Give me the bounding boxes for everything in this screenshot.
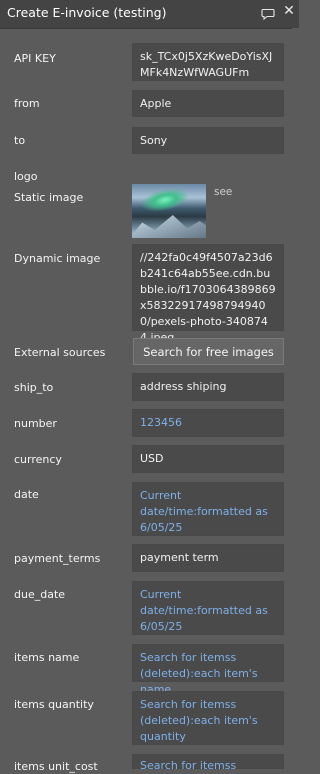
payment-terms-label: payment_terms (14, 552, 101, 565)
due-date-input[interactable]: Current date/time:formatted as 6/05/25 (132, 581, 284, 635)
to-label: to (14, 134, 26, 147)
items-unit-cost-input[interactable]: Search for itemss (132, 754, 284, 772)
see-link[interactable]: see (214, 186, 232, 198)
search-free-images-button[interactable]: Search for free images (133, 338, 284, 365)
items-quantity-input[interactable]: Search for itemss (deleted):each item's … (132, 691, 284, 745)
scrollbar[interactable] (292, 28, 299, 769)
from-input[interactable]: Apple (132, 90, 284, 117)
currency-input[interactable]: USD (132, 445, 284, 473)
payment-terms-input[interactable]: payment term (132, 544, 284, 572)
due-date-label: due_date (14, 588, 66, 601)
api-key-input[interactable]: sk_TCx0j5XzKweDoYisXJMFk4NzWfWAGUFm (132, 43, 284, 81)
number-input[interactable]: 123456 (132, 409, 284, 437)
panel-header[interactable]: Create E-invoice (testing) ✕ (0, 0, 299, 29)
date-input[interactable]: Current date/time:formatted as 6/05/25 (132, 482, 284, 536)
dynamic-image-input[interactable]: //242fa0c49f4507a23d6b241c64ab55ee.cdn.b… (132, 244, 284, 344)
image-aurora (140, 185, 190, 215)
comment-icon[interactable] (261, 8, 275, 20)
static-image-label: Static image (14, 191, 84, 204)
items-name-label: items name (14, 651, 80, 664)
ship-to-input[interactable]: address shiping (132, 373, 284, 401)
static-image-preview[interactable] (132, 184, 206, 238)
api-key-label: API KEY (14, 52, 56, 65)
image-mountain (132, 215, 206, 238)
close-icon[interactable]: ✕ (282, 4, 296, 18)
items-name-input[interactable]: Search for itemss (deleted):each item's … (132, 644, 284, 696)
panel-title: Create E-invoice (testing) (7, 5, 167, 20)
currency-label: currency (14, 453, 62, 466)
items-quantity-label: items quantity (14, 698, 94, 711)
external-sources-label: External sources (14, 346, 106, 359)
number-label: number (14, 417, 57, 430)
property-editor-panel: Create E-invoice (testing) ✕ API KEY sk_… (0, 0, 299, 773)
to-input[interactable]: Sony (132, 127, 284, 154)
logo-label: logo (14, 170, 38, 183)
from-label: from (14, 97, 40, 110)
items-unit-cost-label: items unit_cost (14, 760, 98, 773)
dynamic-image-label: Dynamic image (14, 252, 101, 265)
date-label: date (14, 488, 39, 501)
ship-to-label: ship_to (14, 381, 54, 394)
